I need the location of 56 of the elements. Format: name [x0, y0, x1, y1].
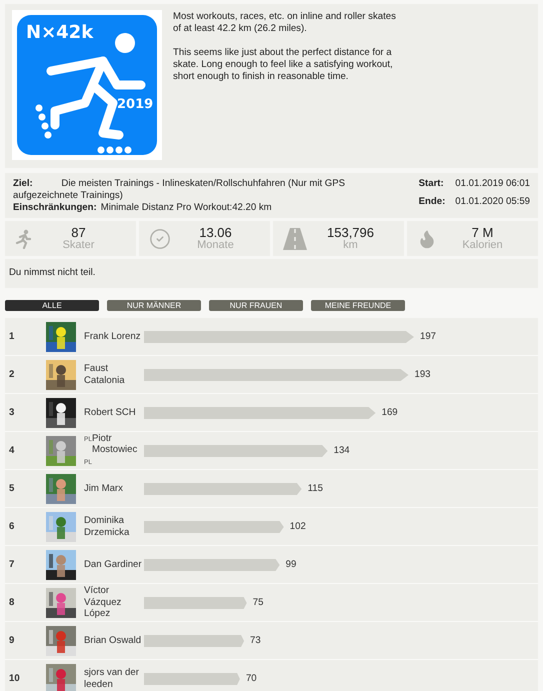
workout-count: 134 — [334, 445, 350, 456]
rank-number: 4 — [8, 445, 16, 456]
workout-count: 115 — [308, 483, 323, 494]
athlete-name: Dominika Drzemicka — [84, 515, 130, 538]
filter-button[interactable]: NUR FRAUEN — [209, 300, 303, 311]
athlete-name: sjors van der leeden — [84, 667, 139, 690]
stat-value: 87 — [71, 226, 86, 238]
athlete-name: Brian Oswald — [84, 634, 142, 646]
workout-count: 70 — [246, 673, 257, 684]
stat-unit: Monate — [197, 238, 234, 252]
rank-number: 8 — [8, 597, 16, 608]
workout-count: 75 — [252, 597, 264, 608]
stat-unit: Kalorien — [462, 238, 503, 252]
end-date: 01.01.2020 05:59 — [455, 196, 530, 209]
workout-count: 102 — [290, 521, 306, 532]
end-label: Ende: — [418, 196, 446, 209]
filter-button[interactable]: MEINE FREUNDE — [311, 300, 405, 311]
runner-icon — [15, 228, 31, 248]
rank-number: 5 — [8, 483, 16, 494]
rank-number: 3 — [8, 407, 16, 418]
rank-number: 1 — [8, 331, 16, 342]
stat-unit: km — [343, 238, 358, 252]
filter-button[interactable]: ALLE — [5, 300, 99, 311]
workout-count: 169 — [382, 407, 398, 418]
rank-number: 7 — [8, 559, 16, 570]
rank-number: 9 — [8, 635, 16, 646]
athlete-name: Piotr Mostowiec — [92, 432, 138, 456]
workout-count: 99 — [286, 559, 296, 570]
limits-text: Minimale Distanz Pro Workout:42.20 km — [100, 202, 272, 213]
workout-count: 73 — [250, 635, 261, 646]
filter-button[interactable]: NUR MÄNNER — [107, 300, 201, 311]
description-text: This seems like just about the perfect distance for a skate. Long enough to feel like a satisfying workout, short enough to finish in reasonable time. — [173, 47, 394, 83]
road-icon — [283, 228, 307, 250]
start-date: 01.01.2019 06:01 — [455, 178, 530, 191]
goal-text: Ziel: Die meisten Trainings - Inlineskaten/Rollschuhfahren (Nur mit GPS aufgezeichnete Trainings) — [13, 178, 346, 202]
rank-number: 6 — [8, 521, 16, 532]
workout-count: 197 — [420, 331, 436, 342]
skater-logo-drawing: N×42k 2019 — [15, 13, 159, 157]
limits-label: Einschränkungen: — [13, 202, 97, 213]
athlete-name: Robert SCH — [84, 406, 136, 418]
athlete-name: Dan Gardiner — [84, 558, 142, 570]
athlete-name: Faust Catalonia — [84, 363, 125, 386]
participation-note: Du nimmst nicht teil. — [5, 259, 538, 288]
check-circle-icon — [149, 228, 171, 250]
description-text: Most workouts, races, etc. on inline and roller skates of at least 42.2 km (26.2 miles). — [173, 11, 397, 35]
rank-number: 2 — [8, 369, 16, 380]
athlete-name: Frank Lorenz — [84, 330, 141, 342]
athlete-name: Víctor Vázquez López — [84, 585, 122, 620]
start-label: Start: — [418, 178, 445, 191]
stat-value: 153,796 — [327, 226, 374, 238]
rank-number: 10 — [8, 673, 21, 684]
stat-value: 7 M — [472, 226, 494, 238]
athlete-name: Jim Marx — [84, 482, 123, 494]
stat-unit: Skater — [62, 238, 94, 252]
stat-value: 13.06 — [199, 226, 232, 238]
workout-count: 193 — [414, 369, 431, 380]
